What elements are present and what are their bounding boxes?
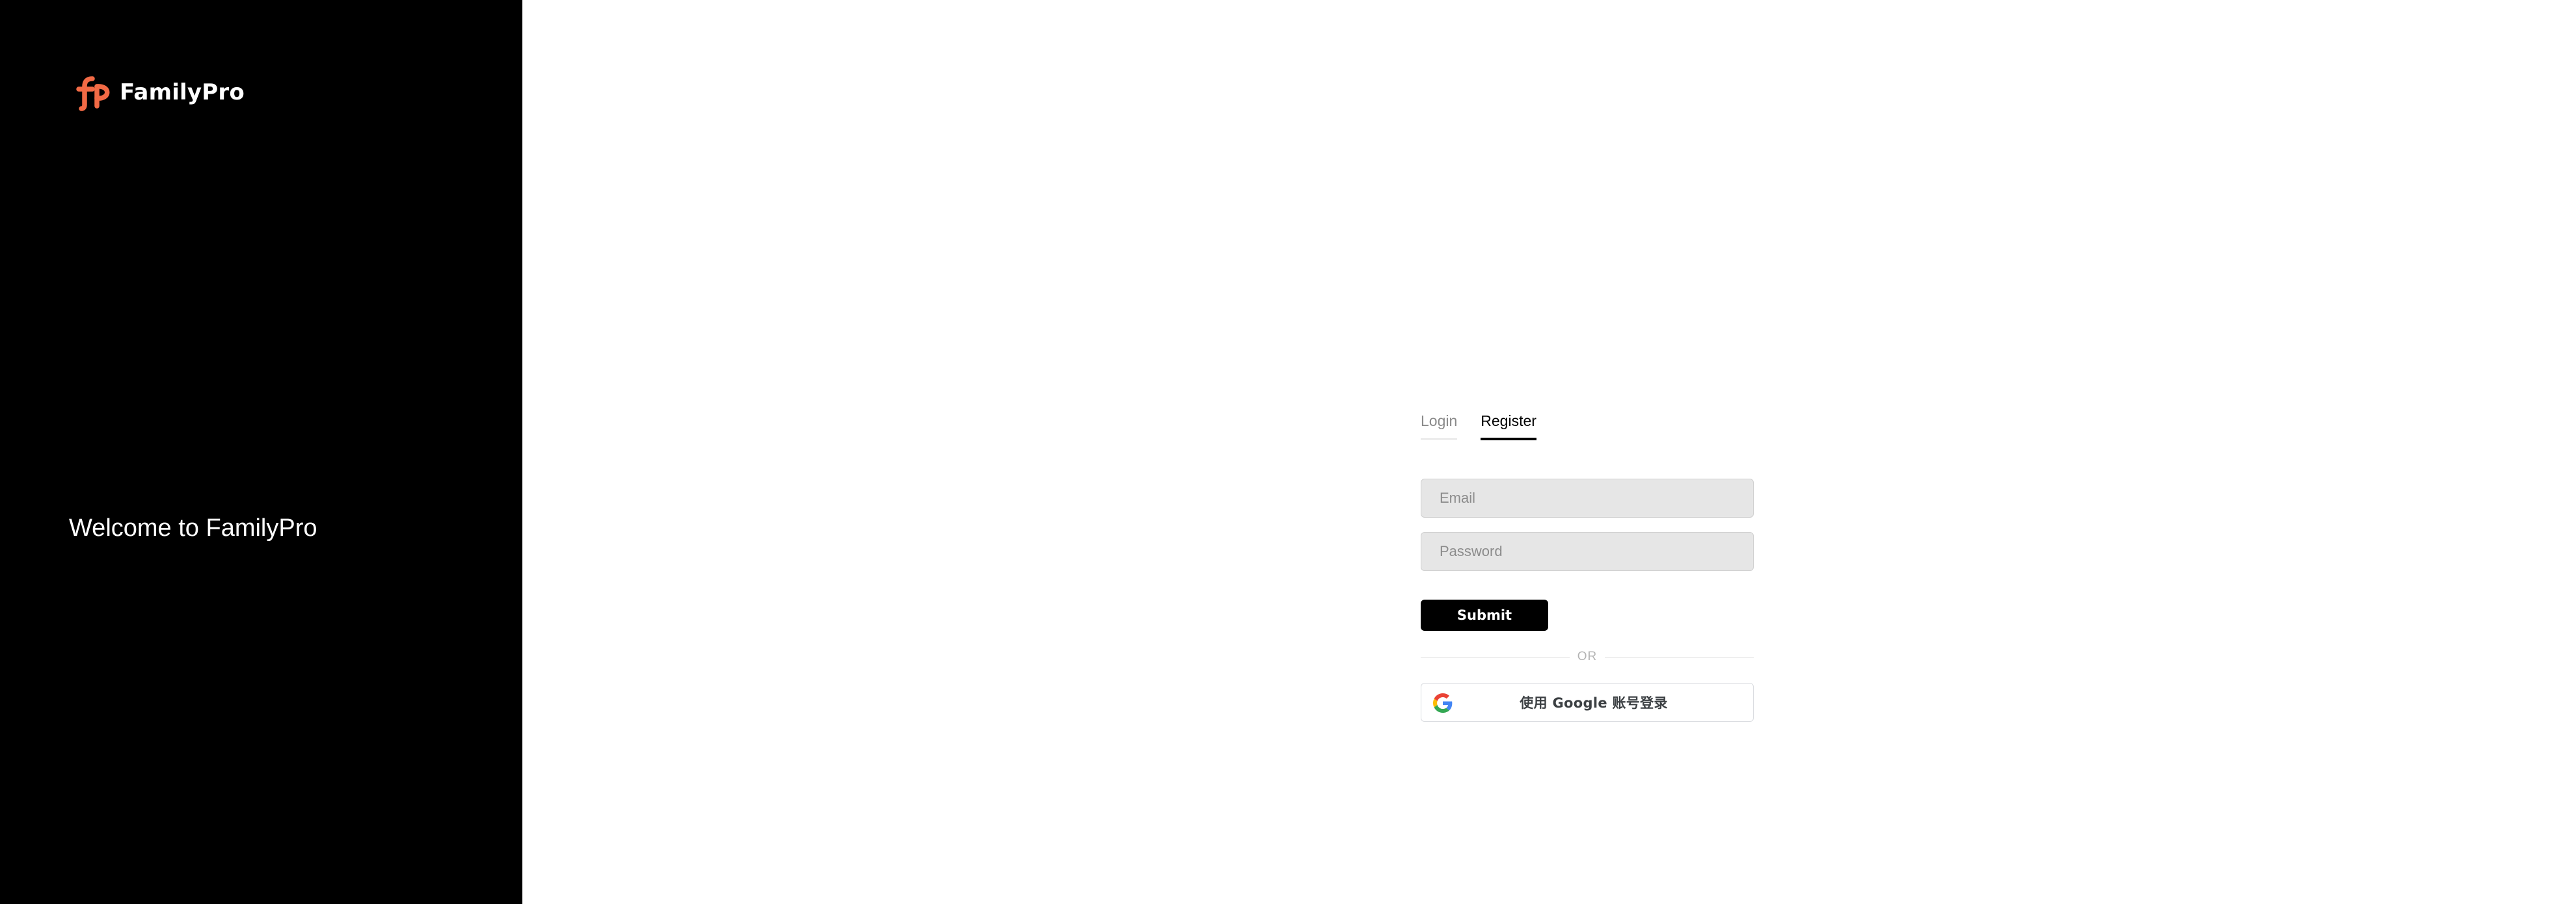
welcome-heading: Welcome to FamilyPro (69, 514, 317, 542)
familypro-logo-icon (76, 76, 110, 111)
tab-login[interactable]: Login (1421, 405, 1458, 441)
divider-line-left (1421, 656, 1570, 658)
divider-line-right (1605, 656, 1754, 658)
password-field[interactable] (1421, 532, 1754, 571)
email-field[interactable] (1421, 479, 1754, 518)
brand-header: FamilyPro (75, 73, 245, 112)
app-root: FamilyPro Welcome to FamilyPro Login Reg… (0, 0, 2576, 904)
brand-panel: FamilyPro Welcome to FamilyPro (0, 0, 522, 904)
google-signin-label: 使用 Google 账号登录 (1520, 695, 1668, 711)
auth-tabs: Login Register (1421, 405, 1754, 442)
submit-button[interactable]: Submit (1421, 600, 1548, 631)
google-signin-button[interactable]: 使用 Google 账号登录 (1421, 683, 1754, 722)
or-divider: OR (1421, 644, 1754, 670)
divider-text: OR (1577, 650, 1598, 663)
brand-name: FamilyPro (120, 79, 245, 105)
auth-form: Login Register Submit OR 使用 Google 账号登录 (1421, 405, 1754, 722)
google-g-icon (1433, 693, 1453, 713)
tab-register[interactable]: Register (1481, 405, 1536, 441)
